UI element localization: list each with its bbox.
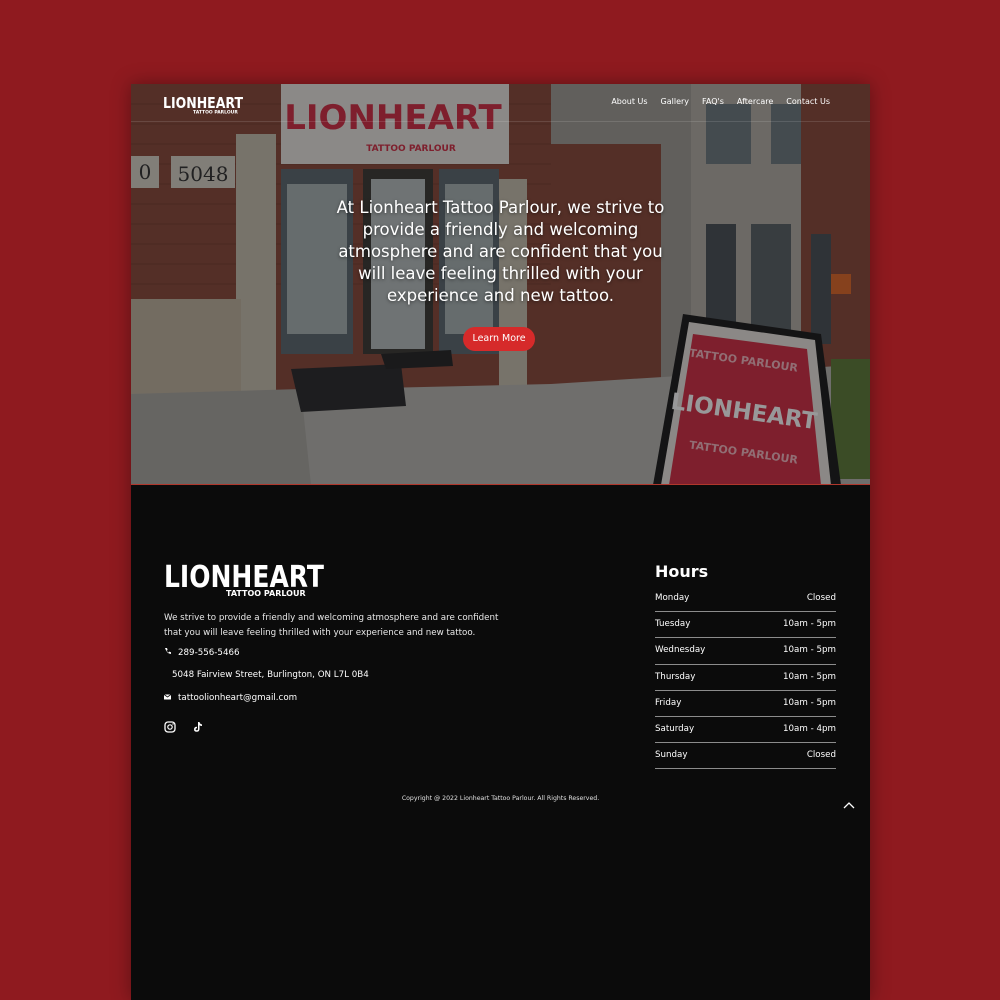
hours-row-thursday: Thursday 10am - 5pm bbox=[655, 665, 836, 691]
hours-row-tuesday: Tuesday 10am - 5pm bbox=[655, 612, 836, 639]
phone-number[interactable]: 289-556-5466 bbox=[178, 648, 240, 658]
social-links bbox=[164, 720, 204, 733]
hero-text: At Lionheart Tattoo Parlour, we strive t… bbox=[336, 198, 665, 305]
site-logo[interactable]: LIONHEART TATTOO PARLOUR bbox=[163, 92, 245, 114]
nav-faqs[interactable]: FAQ's bbox=[702, 97, 724, 106]
hero-section: LIONHEART TATTOO PARLOUR 5048 0 LIONHEAR… bbox=[131, 84, 870, 485]
chevron-up-icon[interactable] bbox=[842, 797, 856, 809]
time-value: 10am - 5pm bbox=[782, 645, 836, 656]
time-value: 10am - 5pm bbox=[782, 619, 836, 630]
day-label: Friday bbox=[655, 697, 682, 708]
hours-table: Monday Closed Tuesday 10am - 5pm Wednesday… bbox=[655, 586, 836, 770]
instagram-icon[interactable] bbox=[164, 720, 176, 733]
time-value: 10am - 5pm bbox=[782, 697, 836, 708]
tiktok-icon[interactable] bbox=[192, 720, 204, 732]
hours-row-saturday: Saturday 10am - 4pm bbox=[655, 717, 836, 744]
nav-links: About Us Gallery FAQ's Aftercare Contact… bbox=[611, 97, 830, 106]
phone-icon bbox=[164, 647, 174, 658]
website-page: LIONHEART TATTOO PARLOUR 5048 0 LIONHEAR… bbox=[131, 84, 870, 1000]
day-label: Sunday bbox=[655, 750, 688, 761]
top-nav: LIONHEART TATTOO PARLOUR About Us Galler… bbox=[131, 84, 870, 122]
learn-more-button[interactable]: Learn More bbox=[463, 327, 535, 351]
time-value: 10am - 5pm bbox=[782, 671, 836, 682]
time-value: Closed bbox=[806, 750, 836, 761]
footer-logo[interactable]: LIONHEART TATTOO PARLOUR bbox=[164, 560, 326, 596]
address-text: 5048 Fairview Street, Burlington, ON L7L… bbox=[172, 670, 369, 680]
day-label: Saturday bbox=[655, 723, 695, 734]
hours-row-friday: Friday 10am - 5pm bbox=[655, 691, 836, 717]
email-icon bbox=[163, 693, 174, 703]
day-label: Wednesday bbox=[655, 645, 706, 656]
footer-description: We strive to provide a friendly and welc… bbox=[164, 613, 499, 638]
time-value: 10am - 4pm bbox=[782, 723, 836, 734]
phone-contact[interactable]: 289-556-5466 bbox=[164, 647, 240, 658]
hours-row-wednesday: Wednesday 10am - 5pm bbox=[655, 638, 836, 665]
copyright-text: Copyright @ 2022 Lionheart Tattoo Parlou… bbox=[401, 795, 600, 802]
hours-row-sunday: Sunday Closed bbox=[655, 743, 836, 770]
time-value: Closed bbox=[806, 593, 836, 603]
day-label: Tuesday bbox=[655, 619, 691, 630]
hours-title: Hours bbox=[655, 562, 709, 581]
nav-aftercare[interactable]: Aftercare bbox=[737, 97, 773, 106]
nav-contact-us[interactable]: Contact Us bbox=[786, 97, 830, 106]
email-address[interactable]: tattoolionheart@gmail.com bbox=[178, 693, 297, 703]
svg-text:TATTOO PARLOUR: TATTOO PARLOUR bbox=[226, 589, 306, 596]
day-label: Monday bbox=[655, 593, 690, 603]
nav-about-us[interactable]: About Us bbox=[611, 97, 647, 106]
svg-text:TATTOO PARLOUR: TATTOO PARLOUR bbox=[193, 110, 238, 115]
day-label: Thursday bbox=[655, 671, 696, 682]
email-contact[interactable]: tattoolionheart@gmail.com bbox=[163, 693, 297, 703]
nav-gallery[interactable]: Gallery bbox=[661, 97, 690, 106]
hours-row-monday: Monday Closed bbox=[655, 586, 836, 613]
address-contact: 5048 Fairview Street, Burlington, ON L7L… bbox=[172, 670, 369, 680]
svg-text:LIONHEART: LIONHEART bbox=[163, 94, 243, 112]
